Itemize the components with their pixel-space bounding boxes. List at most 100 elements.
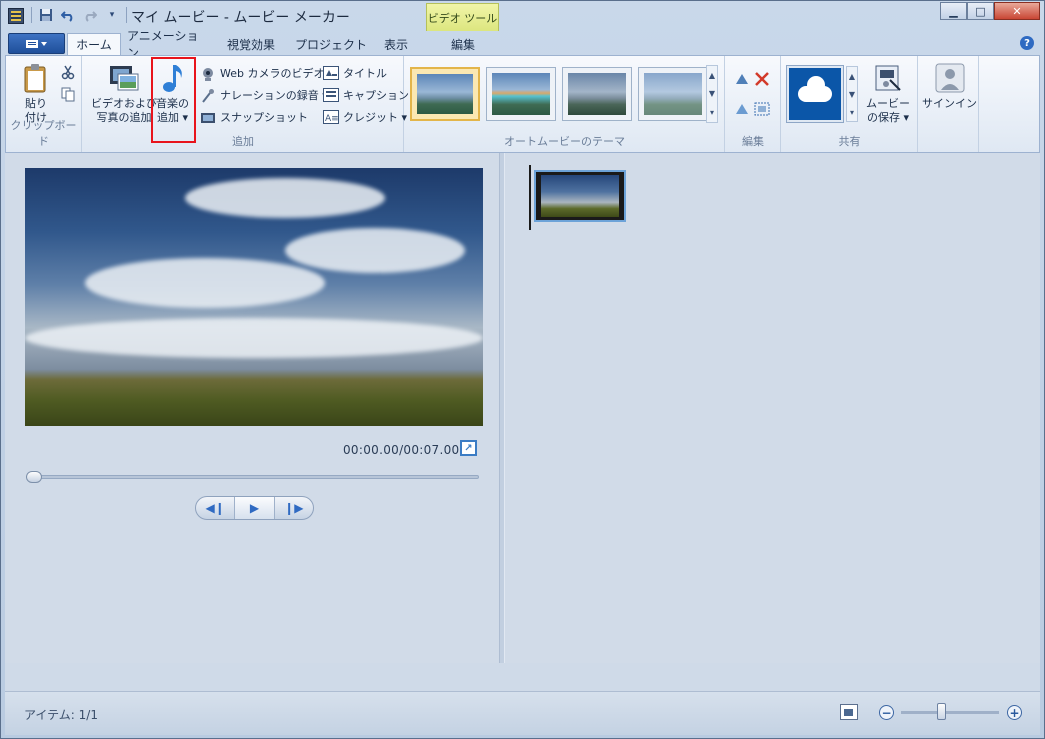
title-icon bbox=[323, 66, 339, 80]
storyboard-pane[interactable] bbox=[505, 153, 1040, 663]
group-edit: 編集 bbox=[726, 56, 781, 152]
save-icon[interactable] bbox=[38, 7, 54, 23]
previous-frame-icon[interactable]: ◀❙ bbox=[196, 501, 234, 515]
save-movie-icon bbox=[872, 62, 904, 94]
qat-separator bbox=[126, 7, 127, 23]
thumbnail-size-icon[interactable] bbox=[840, 704, 858, 720]
zoom-in-icon[interactable]: + bbox=[1007, 705, 1022, 720]
title-label: タイトル bbox=[343, 67, 387, 80]
video-preview[interactable] bbox=[25, 168, 483, 426]
zoom-out-icon[interactable]: − bbox=[879, 705, 894, 720]
group-automovie-themes: ▲ ▼ ▾ オートムービーのテーマ bbox=[405, 56, 725, 152]
credits-icon: A≡ bbox=[323, 110, 339, 124]
title-button[interactable]: タイトル bbox=[323, 64, 387, 82]
play-icon[interactable]: ▶ bbox=[234, 497, 275, 519]
add-videos-label-1: ビデオおよび bbox=[91, 97, 157, 110]
theme-item[interactable] bbox=[562, 67, 632, 121]
maximize-button[interactable]: □ bbox=[967, 2, 994, 20]
tab-edit[interactable]: 編集 bbox=[428, 33, 498, 55]
movie-maker-app-icon[interactable] bbox=[8, 8, 24, 24]
group-label-themes: オートムービーのテーマ bbox=[504, 135, 625, 148]
cut-button[interactable] bbox=[60, 62, 76, 80]
theme-gallery-scroll[interactable]: ▲ ▼ ▾ bbox=[706, 65, 718, 123]
close-button[interactable]: ✕ bbox=[994, 2, 1040, 20]
cloud-shape bbox=[25, 318, 483, 358]
credits-button[interactable]: A≡ クレジット ▾ bbox=[323, 108, 407, 126]
ribbon-tab-row: ホーム アニメーション 視覚効果 プロジェクト 表示 編集 ? bbox=[1, 29, 1044, 60]
seek-bar[interactable] bbox=[27, 475, 479, 479]
theme-item[interactable] bbox=[486, 67, 556, 121]
copy-button[interactable] bbox=[60, 84, 76, 102]
zoom-slider-track[interactable] bbox=[901, 711, 999, 714]
preview-pane: 00:00.00/00:07.00 ↗ ◀❙ ▶ ❙▶ bbox=[5, 153, 499, 663]
qat-customize-dropdown-icon[interactable]: ▾ bbox=[104, 7, 120, 23]
signin-label: サインイン bbox=[922, 97, 977, 110]
paste-button[interactable]: 貼り 付け bbox=[20, 62, 52, 125]
group-share: ▲ ▼ ▾ ムービー の保存 ▾ 共有 bbox=[782, 56, 918, 152]
scroll-down-icon[interactable]: ▼ bbox=[849, 90, 855, 99]
group-label-edit: 編集 bbox=[742, 135, 764, 148]
theme-thumbnail bbox=[417, 74, 473, 114]
video-timecode: 00:00.00/00:07.00 bbox=[343, 443, 460, 457]
scroll-down-icon[interactable]: ▼ bbox=[709, 89, 715, 98]
film-photo-icon bbox=[108, 62, 140, 94]
snapshot-button[interactable]: スナップショット bbox=[200, 108, 308, 126]
help-icon[interactable]: ? bbox=[1020, 36, 1034, 50]
storyboard-playhead[interactable] bbox=[529, 165, 531, 230]
credits-label: クレジット ▾ bbox=[343, 111, 408, 124]
rotate-left-icon bbox=[734, 72, 750, 86]
add-videos-photos-button[interactable]: ビデオおよび 写真の追加 bbox=[91, 62, 157, 125]
gallery-expand-icon[interactable]: ▾ bbox=[710, 108, 714, 117]
fullscreen-icon[interactable]: ↗ bbox=[460, 440, 477, 456]
seek-bar-thumb[interactable] bbox=[26, 471, 42, 483]
select-all-button[interactable] bbox=[754, 100, 770, 118]
gallery-expand-icon[interactable]: ▾ bbox=[850, 108, 854, 117]
theme-thumbnail bbox=[568, 73, 626, 115]
webcam-video-button[interactable]: Web カメラのビデオ bbox=[200, 64, 324, 82]
qat-separator bbox=[31, 7, 32, 23]
tab-home[interactable]: ホーム bbox=[67, 33, 121, 55]
tab-animation[interactable]: アニメーション bbox=[127, 29, 209, 60]
signin-button[interactable]: サインイン bbox=[922, 62, 977, 111]
record-narration-button[interactable]: ナレーションの録音 ▾ bbox=[200, 86, 328, 104]
storyboard-clip[interactable] bbox=[534, 170, 626, 222]
copy-icon bbox=[60, 86, 76, 102]
app-window: ▾ マイ ムービー - ムービー メーカー ビデオ ツール ▁ □ ✕ ホーム … bbox=[0, 0, 1045, 739]
remove-button[interactable] bbox=[754, 70, 770, 88]
onedrive-share-button[interactable] bbox=[786, 65, 844, 123]
snapshot-icon bbox=[200, 110, 216, 124]
tab-project[interactable]: プロジェクト bbox=[293, 33, 369, 55]
minimize-button[interactable]: ▁ bbox=[940, 2, 967, 20]
cloud-shape bbox=[85, 258, 325, 308]
save-movie-label-2: の保存 ▾ bbox=[866, 111, 910, 124]
snapshot-label: スナップショット bbox=[220, 111, 308, 124]
add-music-highlight-box bbox=[151, 57, 196, 143]
scroll-up-icon[interactable]: ▲ bbox=[849, 72, 855, 81]
rotate-left-button[interactable] bbox=[734, 70, 750, 88]
caption-button[interactable]: キャプション bbox=[323, 86, 409, 104]
caption-label: キャプション bbox=[343, 89, 409, 102]
tab-view[interactable]: 表示 bbox=[373, 33, 419, 55]
scroll-up-icon[interactable]: ▲ bbox=[709, 71, 715, 80]
undo-icon[interactable] bbox=[60, 7, 76, 23]
clip-thumbnail bbox=[541, 175, 619, 217]
tab-visual-effects[interactable]: 視覚効果 bbox=[215, 33, 287, 55]
select-all-icon bbox=[754, 102, 770, 116]
playback-controls: ◀❙ ▶ ❙▶ bbox=[195, 496, 314, 520]
share-gallery-scroll[interactable]: ▲ ▼ ▾ bbox=[846, 66, 858, 122]
theme-item[interactable] bbox=[638, 67, 708, 121]
paste-label-1: 貼り bbox=[25, 97, 47, 110]
user-icon bbox=[934, 62, 966, 94]
redo-icon[interactable] bbox=[82, 7, 98, 23]
file-menu-button[interactable] bbox=[8, 33, 65, 54]
group-signin: サインイン bbox=[919, 56, 979, 152]
group-label-add: 追加 bbox=[232, 135, 254, 148]
group-add: ビデオおよび 写真の追加 音楽の 追加 ▾ Web カメラのビデオ ナレーション… bbox=[83, 56, 409, 152]
zoom-slider-thumb[interactable] bbox=[937, 703, 946, 720]
rotate-right-button[interactable] bbox=[734, 100, 750, 118]
window-title: マイ ムービー - ムービー メーカー bbox=[131, 10, 350, 26]
next-frame-icon[interactable]: ❙▶ bbox=[275, 501, 313, 515]
theme-item[interactable] bbox=[410, 67, 480, 121]
save-movie-button[interactable]: ムービー の保存 ▾ bbox=[866, 62, 910, 125]
scissors-icon bbox=[60, 64, 76, 80]
